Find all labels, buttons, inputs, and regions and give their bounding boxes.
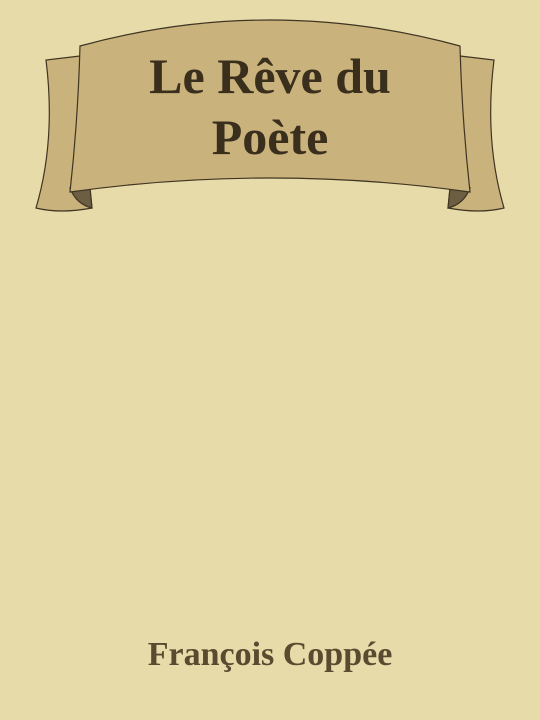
book-title: Le Rêve du Poète [149,48,391,165]
book-author: François Coppée [147,636,393,673]
book-cover: Le Rêve du Poète François Coppée [0,0,540,720]
